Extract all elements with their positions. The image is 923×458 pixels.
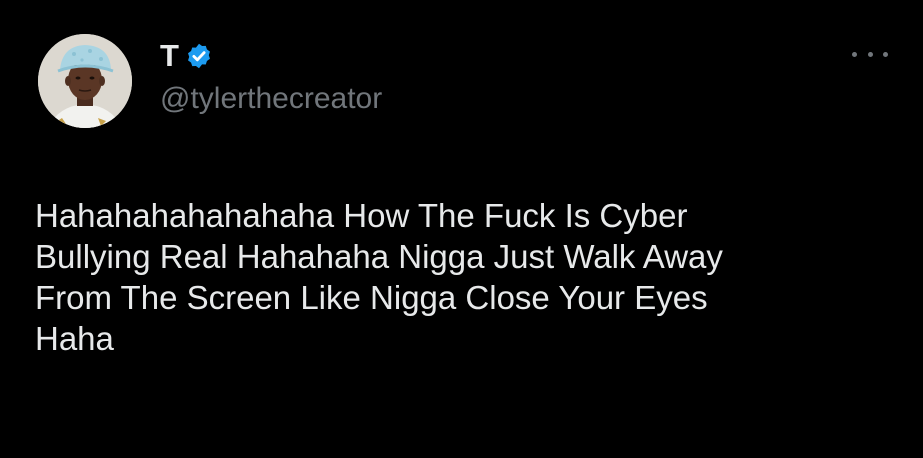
more-options-icon[interactable]: [852, 46, 888, 62]
more-dot: [867, 51, 873, 57]
tweet-card: T @tylerthecreator Hahahahahahahaha How …: [0, 0, 923, 458]
author-display-name[interactable]: T: [160, 38, 179, 74]
author-avatar[interactable]: [38, 34, 132, 128]
author-name-row: T: [160, 38, 213, 74]
more-dot: [852, 51, 857, 57]
more-dot: [883, 51, 888, 57]
tweet-text: Hahahahahahahaha How The Fuck Is Cyber B…: [35, 197, 723, 357]
verified-badge-icon: [188, 43, 211, 69]
author-handle[interactable]: @tylerthecreator: [160, 82, 382, 116]
avatar-photo: [38, 34, 132, 128]
